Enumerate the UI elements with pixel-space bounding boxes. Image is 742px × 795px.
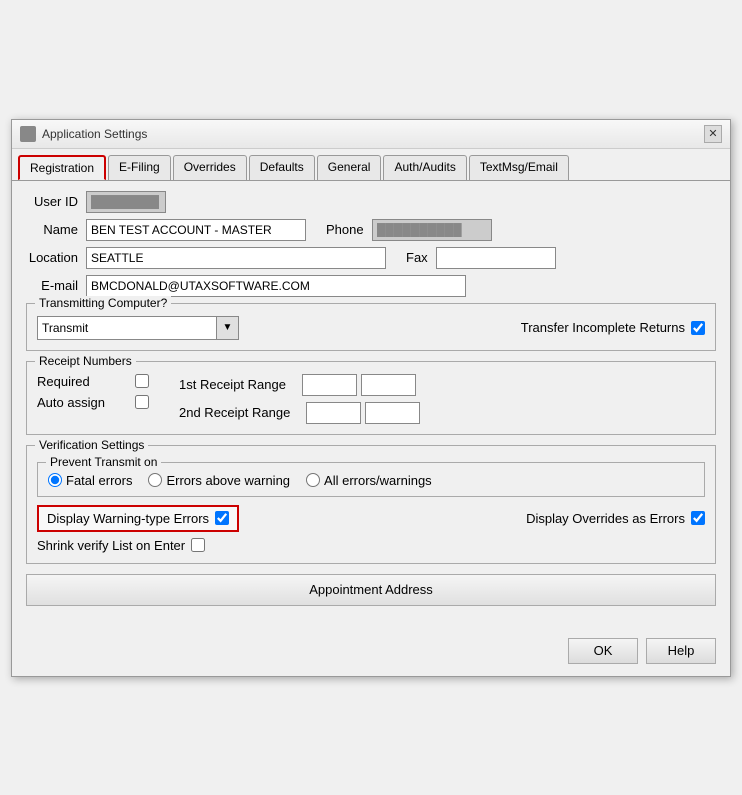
errors-above-label: Errors above warning <box>166 473 290 488</box>
required-label: Required <box>37 374 127 389</box>
prevent-transmit-box: Prevent Transmit on Fatal errors Errors … <box>37 462 705 497</box>
auto-assign-label: Auto assign <box>37 395 127 410</box>
radio-fatal-errors: Fatal errors <box>48 473 132 488</box>
fatal-errors-radio[interactable] <box>48 473 62 487</box>
location-label: Location <box>26 250 86 265</box>
first-range-row: 1st Receipt Range <box>179 374 420 396</box>
name-input[interactable] <box>86 219 306 241</box>
second-range-start[interactable] <box>306 402 361 424</box>
tab-defaults[interactable]: Defaults <box>249 155 315 180</box>
display-warning-checkbox[interactable] <box>215 511 229 525</box>
auto-assign-row: Auto assign <box>37 395 149 410</box>
all-errors-label: All errors/warnings <box>324 473 432 488</box>
display-overrides-label: Display Overrides as Errors <box>526 511 685 526</box>
tab-general[interactable]: General <box>317 155 382 180</box>
second-range-inputs <box>306 402 420 424</box>
verification-section: Verification Settings Prevent Transmit o… <box>26 445 716 564</box>
close-button[interactable]: ✕ <box>704 125 722 143</box>
phone-input[interactable] <box>372 219 492 241</box>
help-button[interactable]: Help <box>646 638 716 664</box>
email-row: E-mail <box>26 275 716 297</box>
receipt-content: Required Auto assign 1st Receipt Range <box>37 374 705 424</box>
transfer-label: Transfer Incomplete Returns <box>521 320 685 335</box>
transmit-select-wrapper: Transmit Do Not Transmit ▼ <box>37 316 239 340</box>
tab-efiling[interactable]: E-Filing <box>108 155 171 180</box>
fatal-errors-label: Fatal errors <box>66 473 132 488</box>
first-range-start[interactable] <box>302 374 357 396</box>
app-icon <box>20 126 36 142</box>
first-range-end[interactable] <box>361 374 416 396</box>
shrink-verify-checkbox[interactable] <box>191 538 205 552</box>
display-warning-group: Display Warning-type Errors <box>37 505 239 532</box>
receipt-left: Required Auto assign <box>37 374 149 424</box>
title-bar: Application Settings ✕ <box>12 120 730 149</box>
location-input[interactable] <box>86 247 386 269</box>
prevent-title: Prevent Transmit on <box>46 455 161 469</box>
receipt-right: 1st Receipt Range 2nd Receipt Range <box>179 374 420 424</box>
transmitting-section: Transmitting Computer? Transmit Do Not T… <box>26 303 716 351</box>
appointment-address-button[interactable]: Appointment Address <box>26 574 716 606</box>
window-title: Application Settings <box>42 127 147 141</box>
warning-row: Display Warning-type Errors Display Over… <box>37 505 705 532</box>
shrink-verify-label: Shrink verify List on Enter <box>37 538 185 553</box>
userid-input[interactable] <box>86 191 166 213</box>
tab-bar: Registration E-Filing Overrides Defaults… <box>12 149 730 180</box>
userid-label: User ID <box>26 194 86 209</box>
shrink-row: Shrink verify List on Enter <box>37 538 705 553</box>
radio-row: Fatal errors Errors above warning All er… <box>48 473 694 488</box>
name-label: Name <box>26 222 86 237</box>
transfer-checkbox[interactable] <box>691 321 705 335</box>
display-overrides-group: Display Overrides as Errors <box>526 511 705 526</box>
transmit-row: Transmit Do Not Transmit ▼ Transfer Inco… <box>37 316 705 340</box>
tab-auth-audits[interactable]: Auth/Audits <box>383 155 466 180</box>
required-checkbox[interactable] <box>135 374 149 388</box>
application-window: Application Settings ✕ Registration E-Fi… <box>11 119 731 677</box>
receipt-section: Receipt Numbers Required Auto assign 1st… <box>26 361 716 435</box>
fax-input[interactable] <box>436 247 556 269</box>
fax-section: Fax <box>406 247 556 269</box>
second-range-end[interactable] <box>365 402 420 424</box>
userid-row: User ID <box>26 191 716 213</box>
second-range-label: 2nd Receipt Range <box>179 405 298 420</box>
display-overrides-checkbox[interactable] <box>691 511 705 525</box>
tab-textmsg-email[interactable]: TextMsg/Email <box>469 155 569 180</box>
transmitting-title: Transmitting Computer? <box>35 296 171 310</box>
email-label: E-mail <box>26 278 86 293</box>
verification-title: Verification Settings <box>35 438 148 452</box>
second-range-row: 2nd Receipt Range <box>179 402 420 424</box>
phone-section: Phone <box>326 219 492 241</box>
transmit-select[interactable]: Transmit Do Not Transmit <box>37 316 217 340</box>
display-warning-label: Display Warning-type Errors <box>47 511 209 526</box>
receipt-title: Receipt Numbers <box>35 354 136 368</box>
location-row: Location Fax <box>26 247 716 269</box>
fax-label: Fax <box>406 250 436 265</box>
email-input[interactable] <box>86 275 466 297</box>
tab-registration[interactable]: Registration <box>18 155 106 180</box>
phone-label: Phone <box>326 222 372 237</box>
radio-errors-above: Errors above warning <box>148 473 290 488</box>
name-row: Name Phone <box>26 219 716 241</box>
transfer-row: Transfer Incomplete Returns <box>521 320 705 335</box>
radio-all-errors: All errors/warnings <box>306 473 432 488</box>
auto-assign-checkbox[interactable] <box>135 395 149 409</box>
bottom-button-bar: OK Help <box>12 630 730 676</box>
first-range-inputs <box>302 374 416 396</box>
select-dropdown-arrow[interactable]: ▼ <box>217 316 239 340</box>
tab-overrides[interactable]: Overrides <box>173 155 247 180</box>
ok-button[interactable]: OK <box>568 638 638 664</box>
all-errors-radio[interactable] <box>306 473 320 487</box>
tab-content: User ID Name Phone Location Fax E-mail <box>12 180 730 630</box>
required-row: Required <box>37 374 149 389</box>
errors-above-radio[interactable] <box>148 473 162 487</box>
first-range-label: 1st Receipt Range <box>179 377 294 392</box>
